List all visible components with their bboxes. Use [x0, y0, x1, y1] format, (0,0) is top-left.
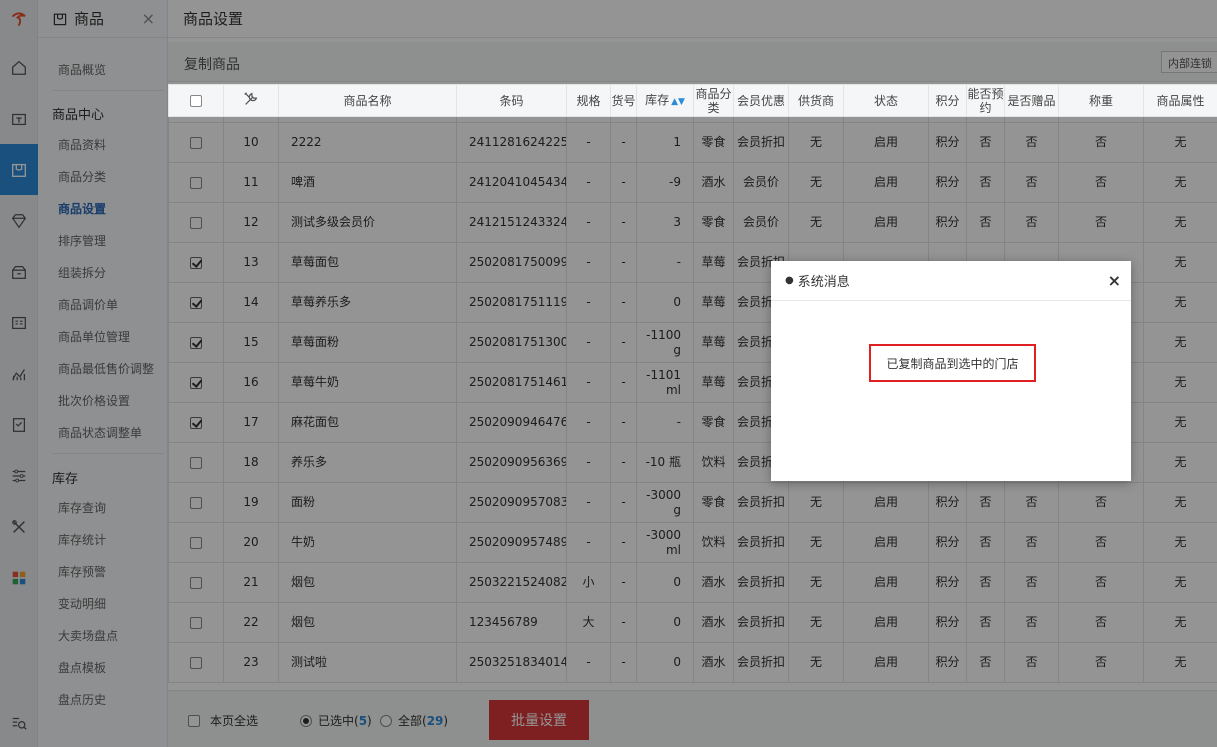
- header-barcode: 条码: [456, 84, 567, 117]
- header-weigh: 称重: [1058, 84, 1144, 117]
- header-status: 状态: [843, 84, 929, 117]
- dialog-title: 系统消息: [797, 275, 850, 290]
- header-supplier: 供货商: [788, 84, 844, 117]
- header-attr: 商品属性: [1143, 84, 1217, 117]
- header-stock[interactable]: 库存 ▲▼: [636, 84, 694, 117]
- header-code: 货号: [610, 84, 637, 117]
- header-settings[interactable]: [223, 84, 279, 117]
- header-name: 商品名称: [278, 84, 457, 117]
- wrench-icon: [244, 92, 258, 105]
- sort-icon[interactable]: ▲▼: [671, 97, 685, 107]
- dialog-dot-icon: ●: [785, 275, 794, 286]
- header-spec: 规格: [566, 84, 611, 117]
- header-category: 商品分类: [693, 84, 734, 117]
- select-all-checkbox[interactable]: [190, 95, 202, 107]
- dialog-header: ● 系统消息: [771, 261, 1131, 301]
- goods-table-header: 商品名称 条码 规格 货号 库存 ▲▼ 商品分类 会员优惠 供货商 状态 积分 能…: [168, 84, 1217, 117]
- header-points: 积分: [928, 84, 967, 117]
- header-discount: 会员优惠: [733, 84, 789, 117]
- header-stock-label: 库存: [645, 92, 670, 107]
- header-select-all[interactable]: [168, 84, 224, 117]
- system-message-dialog: ● 系统消息 × 已复制商品到选中的门店: [771, 261, 1131, 481]
- header-reserve: 能否预约: [966, 84, 1005, 117]
- dialog-close-icon[interactable]: ×: [1108, 271, 1121, 290]
- header-gift: 是否赠品: [1004, 84, 1059, 117]
- dialog-message: 已复制商品到选中的门店: [869, 344, 1036, 382]
